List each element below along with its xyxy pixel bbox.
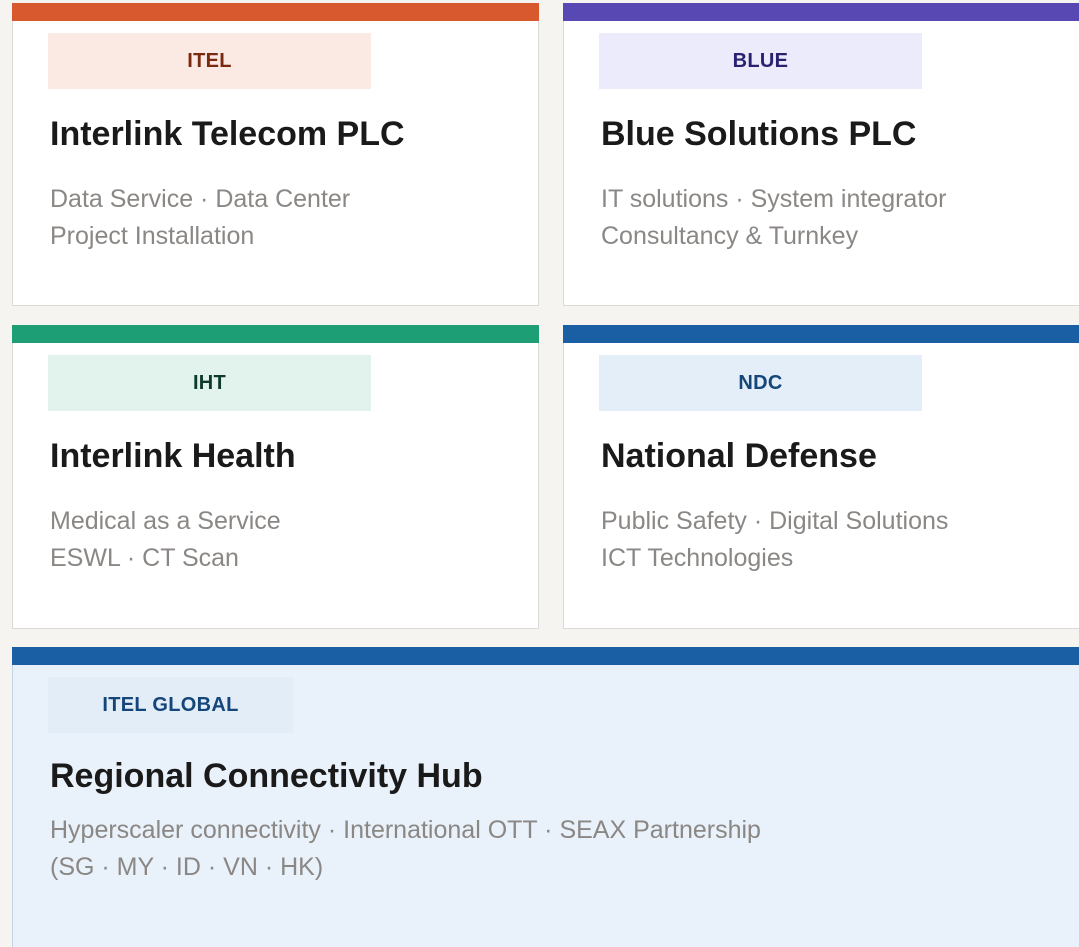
company-badge: ITEL GLOBAL [48, 677, 293, 733]
description-line: (SG · MY · ID · VN · HK) [50, 853, 324, 881]
description-line: ICT Technologies [601, 544, 794, 572]
company-description: Data Service · Data Center Project Insta… [50, 181, 350, 255]
company-title: Blue Solutions PLC [601, 115, 917, 153]
card-accent-bar [563, 325, 1079, 343]
description-line: Public Safety · Digital Solutions [601, 507, 949, 535]
company-card-itel-global: ITEL GLOBAL Regional Connectivity Hub Hy… [12, 647, 1079, 947]
company-card-iht: IHT Interlink Health Medical as a Servic… [12, 325, 539, 629]
company-description: Public Safety · Digital Solutions ICT Te… [601, 503, 948, 577]
company-badge: NDC [599, 355, 922, 411]
description-line: ESWL · CT Scan [50, 544, 239, 572]
company-badge: BLUE [599, 33, 922, 89]
company-title: Interlink Telecom PLC [50, 115, 405, 153]
card-accent-bar [12, 647, 1079, 665]
description-line: Medical as a Service [50, 507, 281, 535]
company-card-itel: ITEL Interlink Telecom PLC Data Service … [12, 3, 539, 306]
card-accent-bar [563, 3, 1079, 21]
description-line: Hyperscaler connectivity · International… [50, 816, 761, 844]
company-description: Hyperscaler connectivity · International… [50, 812, 761, 886]
company-description: Medical as a Service ESWL · CT Scan [50, 503, 281, 577]
company-badge: IHT [48, 355, 371, 411]
description-line: Project Installation [50, 222, 255, 250]
company-title: Regional Connectivity Hub [50, 757, 483, 795]
description-line: Data Service · Data Center [50, 185, 351, 213]
company-card-blue: BLUE Blue Solutions PLC IT solutions · S… [563, 3, 1079, 306]
description-line: Consultancy & Turnkey [601, 222, 859, 250]
company-title: Interlink Health [50, 437, 296, 475]
card-accent-bar [12, 3, 539, 21]
card-accent-bar [12, 325, 539, 343]
company-card-ndc: NDC National Defense Public Safety · Dig… [563, 325, 1079, 629]
description-line: IT solutions · System integrator [601, 185, 947, 213]
company-description: IT solutions · System integrator Consult… [601, 181, 947, 255]
company-title: National Defense [601, 437, 877, 475]
company-badge: ITEL [48, 33, 371, 89]
